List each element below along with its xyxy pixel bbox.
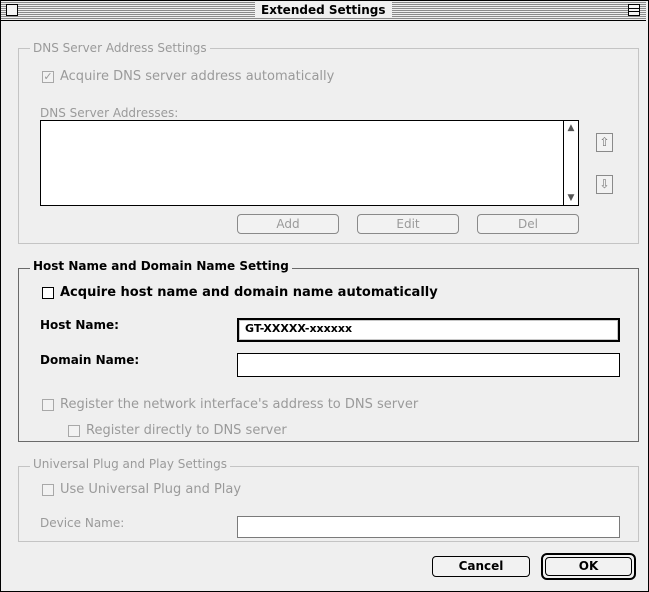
domain-name-label: Domain Name: [40, 353, 140, 367]
host-group-title: Host Name and Domain Name Setting [30, 259, 292, 273]
device-name-input[interactable] [237, 516, 620, 538]
scroll-up-icon[interactable]: ▲ [566, 123, 576, 133]
checkmark-icon: ✓ [43, 70, 53, 83]
move-down-button[interactable]: ⇩ [596, 175, 613, 194]
close-box-icon[interactable] [6, 4, 18, 16]
register-dns-checkbox[interactable] [42, 399, 54, 411]
add-button[interactable]: Add [237, 214, 339, 234]
dns-group-title: DNS Server Address Settings [30, 41, 210, 55]
ok-button[interactable]: OK [545, 557, 632, 576]
upnp-group-title: Universal Plug and Play Settings [30, 457, 230, 471]
arrow-down-icon: ⇩ [599, 177, 610, 191]
arrow-up-icon: ⇧ [599, 135, 610, 149]
scroll-down-icon[interactable]: ▼ [566, 193, 576, 203]
upnp-use-checkbox[interactable] [42, 484, 54, 496]
dns-auto-label: Acquire DNS server address automatically [60, 69, 335, 84]
domain-name-input[interactable] [237, 353, 620, 377]
host-name-input[interactable]: GT-XXXXX-xxxxxx [237, 318, 620, 342]
del-button[interactable]: Del [477, 214, 579, 234]
register-dns-label: Register the network interface's address… [60, 397, 419, 412]
host-name-label: Host Name: [40, 318, 119, 332]
host-auto-label: Acquire host name and domain name automa… [60, 285, 438, 300]
list-scrollbar[interactable]: ▲ ▼ [563, 121, 578, 205]
edit-button[interactable]: Edit [357, 214, 459, 234]
window-title: Extended Settings [255, 2, 392, 18]
register-direct-label: Register directly to DNS server [86, 423, 287, 438]
move-up-button[interactable]: ⇧ [596, 133, 613, 152]
dns-auto-checkbox[interactable]: ✓ [42, 71, 54, 83]
dns-addresses-label: DNS Server Addresses: [40, 106, 179, 120]
collapse-box-icon[interactable] [628, 4, 640, 16]
register-direct-checkbox[interactable] [68, 425, 80, 437]
device-name-label: Device Name: [40, 516, 125, 530]
dns-address-list[interactable]: ▲ ▼ [40, 120, 579, 206]
cancel-button[interactable]: Cancel [432, 556, 530, 577]
host-auto-checkbox[interactable] [42, 287, 54, 299]
upnp-use-label: Use Universal Plug and Play [60, 482, 242, 497]
